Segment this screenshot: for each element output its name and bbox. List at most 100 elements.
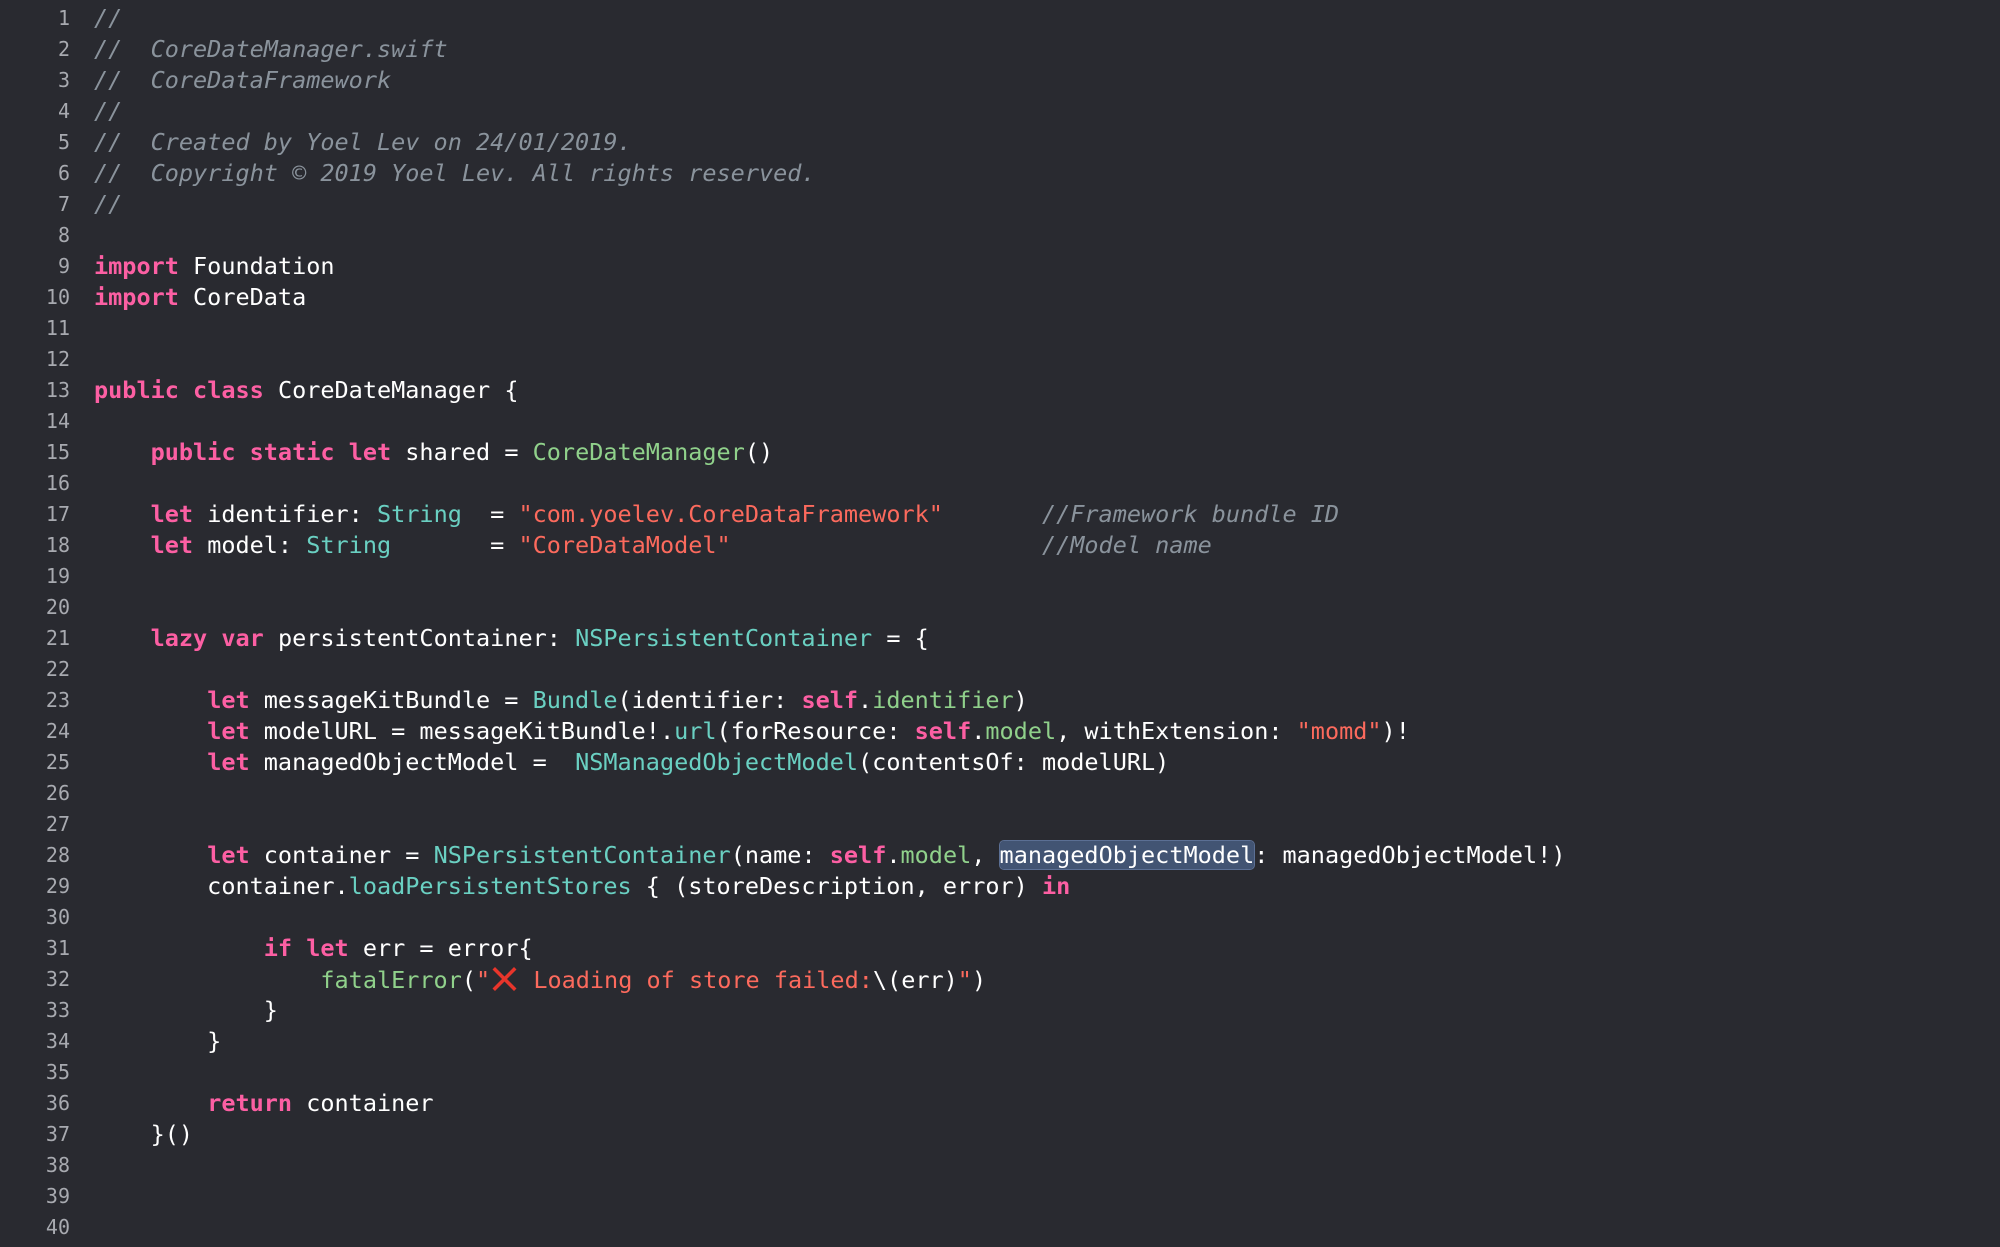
code-line[interactable]: 29 container.loadPersistentStores { (sto… bbox=[0, 871, 2000, 902]
code-token: . bbox=[971, 717, 986, 745]
code-line[interactable]: 2 // CoreDateManager.swift bbox=[0, 34, 2000, 65]
code-token: let bbox=[207, 841, 250, 869]
code-line[interactable]: 14 bbox=[0, 406, 2000, 437]
code-line[interactable]: 18 let model: String = "CoreDataModel" /… bbox=[0, 530, 2000, 561]
code-token: " bbox=[476, 966, 491, 994]
code-line[interactable]: 12 bbox=[0, 344, 2000, 375]
code-line[interactable]: 11 bbox=[0, 313, 2000, 344]
code-line[interactable]: 16 bbox=[0, 468, 2000, 499]
code-line[interactable]: 13 public class CoreDateManager { bbox=[0, 375, 2000, 406]
code-token: shared = bbox=[391, 438, 533, 466]
code-token: lazy bbox=[150, 624, 208, 652]
code-line[interactable]: 28 let container = NSPersistentContainer… bbox=[0, 840, 2000, 871]
code-line[interactable]: 10 import CoreData bbox=[0, 282, 2000, 313]
code-line[interactable]: 4 // bbox=[0, 96, 2000, 127]
code-token: NSPersistentContainer bbox=[433, 841, 731, 869]
code-token: public bbox=[150, 438, 236, 466]
code-line[interactable]: 30 bbox=[0, 902, 2000, 933]
line-code: let model: String = "CoreDataModel" //Mo… bbox=[94, 530, 1212, 561]
code-token: self bbox=[829, 841, 887, 869]
code-token: let bbox=[207, 686, 250, 714]
line-number: 29 bbox=[45, 874, 70, 898]
code-token: . bbox=[886, 841, 901, 869]
code-token: model: bbox=[193, 531, 307, 559]
code-line[interactable]: 24 let modelURL = messageKitBundle!.url(… bbox=[0, 716, 2000, 747]
line-code: // bbox=[94, 96, 122, 127]
line-code: return container bbox=[94, 1088, 434, 1119]
code-line[interactable]: 36 return container bbox=[0, 1088, 2000, 1119]
code-line[interactable]: 1 // bbox=[0, 3, 2000, 34]
code-line[interactable]: 35 bbox=[0, 1057, 2000, 1088]
code-line[interactable]: 15 public static let shared = CoreDateMa… bbox=[0, 437, 2000, 468]
code-token: ) bbox=[971, 966, 987, 994]
code-line[interactable]: 3 // CoreDataFramework bbox=[0, 65, 2000, 96]
code-token: = { bbox=[872, 624, 929, 652]
code-token: identifier bbox=[872, 686, 1014, 714]
line-number: 17 bbox=[45, 502, 70, 526]
code-line[interactable]: 33 } bbox=[0, 995, 2000, 1026]
line-number: 36 bbox=[45, 1091, 70, 1115]
code-line[interactable]: 17 let identifier: String = "com.yoelev.… bbox=[0, 499, 2000, 530]
code-token: import bbox=[94, 283, 179, 311]
code-token: // bbox=[94, 4, 123, 32]
line-number: 34 bbox=[45, 1029, 70, 1053]
code-token: modelURL = messageKitBundle!. bbox=[249, 717, 675, 745]
line-number: 33 bbox=[45, 998, 70, 1022]
line-number: 40 bbox=[45, 1215, 70, 1239]
code-token: if bbox=[263, 934, 293, 962]
code-line[interactable]: 38 bbox=[0, 1150, 2000, 1181]
code-editor[interactable]: 1 // 2 // CoreDateManager.swift 3 // CoreData… bbox=[0, 0, 2000, 1247]
code-token: container bbox=[292, 1089, 434, 1117]
line-code: // CoreDateManager.swift bbox=[94, 34, 448, 65]
line-number: 25 bbox=[45, 750, 70, 774]
code-line[interactable]: 32 fatalError(" Loading of store failed:… bbox=[0, 964, 2000, 995]
code-token: "com.yoelev.CoreDataFramework" bbox=[518, 500, 943, 528]
code-line[interactable]: 23 let messageKitBundle = Bundle(identif… bbox=[0, 685, 2000, 716]
code-line[interactable]: 37 }() bbox=[0, 1119, 2000, 1150]
line-number: 16 bbox=[45, 471, 70, 495]
code-line[interactable]: 6 // Copyright © 2019 Yoel Lev. All right… bbox=[0, 158, 2000, 189]
code-line[interactable]: 7 // bbox=[0, 189, 2000, 220]
code-token: = bbox=[461, 500, 519, 528]
highlighted-token: managedObjectModel bbox=[998, 840, 1256, 870]
code-line[interactable]: 25 let managedObjectModel = NSManagedObj… bbox=[0, 747, 2000, 778]
code-line[interactable]: 27 bbox=[0, 809, 2000, 840]
code-line[interactable]: 21 lazy var persistentContainer: NSPersi… bbox=[0, 623, 2000, 654]
line-number: 1 bbox=[57, 6, 70, 30]
code-token: CoreData bbox=[178, 283, 307, 311]
code-token: "momd" bbox=[1296, 717, 1382, 745]
code-line[interactable]: 34 } bbox=[0, 1026, 2000, 1057]
code-line[interactable]: 5 // Created by Yoel Lev on 24/01/2019. bbox=[0, 127, 2000, 158]
code-line[interactable]: 9 import Foundation bbox=[0, 251, 2000, 282]
code-token: model bbox=[900, 841, 972, 869]
code-token: )! bbox=[1381, 717, 1410, 745]
line-code: // Created by Yoel Lev on 24/01/2019. bbox=[94, 127, 632, 158]
code-line[interactable]: 39 bbox=[0, 1181, 2000, 1212]
code-token: String bbox=[376, 500, 462, 528]
code-token: (forResource: bbox=[716, 717, 915, 745]
code-token: //Framework bundle ID bbox=[1041, 500, 1340, 528]
code-line[interactable]: 20 bbox=[0, 592, 2000, 623]
code-token: CoreDateManager bbox=[532, 438, 745, 466]
code-line[interactable]: 26 bbox=[0, 778, 2000, 809]
code-token: : managedObjectModel!) bbox=[1254, 841, 1566, 869]
code-line[interactable]: 31 if let err = error{ bbox=[0, 933, 2000, 964]
line-code: } bbox=[94, 995, 278, 1026]
code-token: class bbox=[193, 376, 264, 404]
code-line[interactable]: 8 bbox=[0, 220, 2000, 251]
code-line[interactable]: 22 bbox=[0, 654, 2000, 685]
code-token: in bbox=[1041, 872, 1071, 900]
line-code: container.loadPersistentStores { (storeD… bbox=[94, 871, 1070, 902]
code-line[interactable]: 40 bbox=[0, 1212, 2000, 1243]
code-line[interactable]: 19 bbox=[0, 561, 2000, 592]
line-number: 19 bbox=[45, 564, 70, 588]
code-token: "CoreDataModel" bbox=[518, 531, 731, 559]
line-number: 4 bbox=[57, 99, 70, 123]
line-number: 37 bbox=[45, 1122, 70, 1146]
code-token: { (storeDescription, error) bbox=[631, 872, 1042, 900]
line-number: 11 bbox=[45, 316, 70, 340]
